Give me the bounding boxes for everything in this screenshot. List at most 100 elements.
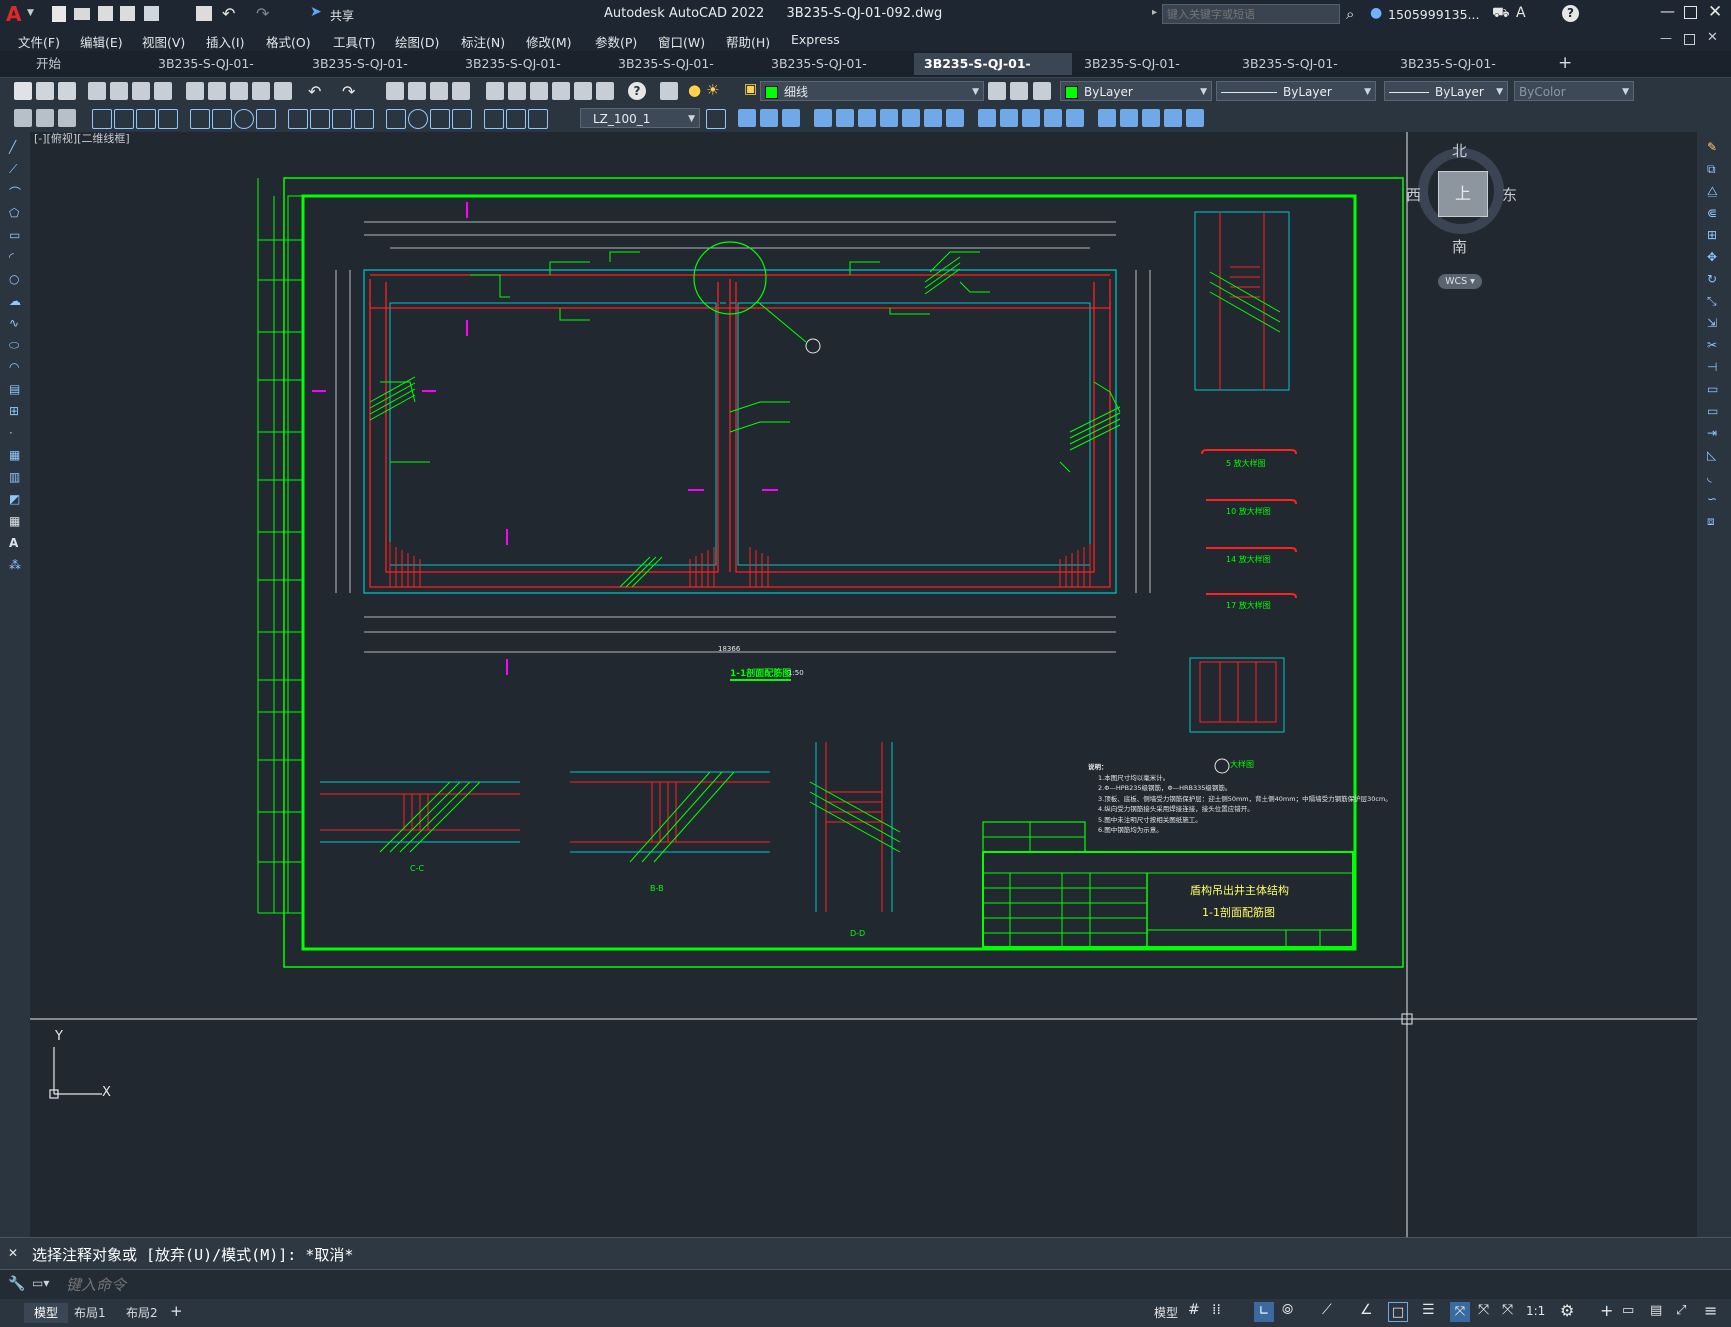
ellipse-arc-icon[interactable]: ◠ (9, 360, 19, 374)
linetype-dropdown[interactable]: ByLayer ▼ (1216, 81, 1376, 101)
3d-copy-icon[interactable] (782, 109, 800, 127)
tab-layout2[interactable]: 布局2 (116, 1303, 168, 1323)
inspection-icon[interactable] (430, 109, 450, 129)
doc-restore-icon[interactable] (1684, 34, 1695, 45)
region-icon[interactable]: ◩ (9, 492, 20, 506)
share-icon[interactable]: ➤ (310, 4, 322, 20)
match-properties-icon[interactable] (252, 82, 270, 100)
design-center-icon[interactable] (508, 82, 526, 100)
make-current-layer-icon[interactable] (988, 82, 1006, 100)
menu-insert[interactable]: 插入(I) (206, 32, 244, 51)
sheet-set-icon[interactable] (552, 82, 570, 100)
color-dropdown[interactable]: ByLayer ▼ (1060, 81, 1212, 101)
center-mark-icon[interactable] (408, 109, 428, 129)
3d-stack-icon[interactable] (760, 109, 778, 127)
copy-icon[interactable] (208, 82, 226, 100)
3d-align-icon[interactable] (836, 109, 854, 127)
help-toolbar-icon[interactable]: ? (628, 82, 646, 100)
copy-object-icon[interactable]: ⧉ (1707, 162, 1716, 177)
menu-view[interactable]: 视图(V) (142, 32, 185, 51)
revision-cloud-icon[interactable]: ☁ (9, 294, 21, 308)
rotate-icon[interactable]: ↻ (1707, 272, 1717, 286)
radius-dim-icon[interactable] (190, 109, 210, 129)
plot-preview-icon[interactable] (110, 82, 128, 100)
3d-move-icon[interactable] (814, 109, 832, 127)
3d-extrude-icon[interactable] (978, 109, 996, 127)
dim-update-icon[interactable] (528, 109, 548, 129)
menu-express[interactable]: Express (791, 32, 840, 47)
transparency-icon[interactable]: ⤧ (1450, 1302, 1470, 1322)
angular-dim-icon[interactable] (256, 109, 276, 129)
redo-toolbar-icon[interactable]: ↷ (342, 82, 355, 101)
menu-file[interactable]: 文件(F) (18, 32, 60, 51)
construction-line-icon[interactable]: ⟋ (9, 162, 17, 177)
jogged-dim-icon[interactable] (212, 109, 232, 129)
menu-modify[interactable]: 修改(M) (526, 32, 572, 51)
layer-lock-icon[interactable]: ▣ (744, 81, 757, 97)
blend-icon[interactable]: ∽ (1707, 492, 1717, 506)
line-tool-icon[interactable]: ╱ (9, 140, 16, 154)
user-name[interactable]: 1505999135... (1388, 7, 1479, 22)
quick-access-web-icon[interactable] (144, 6, 159, 21)
layer-states-icon[interactable] (1033, 82, 1051, 100)
dim-style-icon[interactable] (14, 109, 32, 127)
baseline-dim-icon[interactable] (310, 109, 330, 129)
arc-icon[interactable]: ◜ (9, 250, 14, 264)
cart-icon[interactable]: ⛟ (1492, 5, 1510, 23)
array-icon[interactable]: ⊞ (1707, 228, 1717, 242)
menu-format[interactable]: 格式(O) (266, 32, 311, 51)
explode-icon[interactable]: ⧈ (1707, 514, 1715, 529)
menu-help[interactable]: 帮助(H) (726, 32, 770, 51)
tab-094[interactable]: 3B235-S-QJ-01-094*✕ (1232, 53, 1390, 93)
dim-edit-icon[interactable] (484, 109, 504, 129)
scale-icon[interactable]: ⤡ (1707, 294, 1717, 309)
ordinate-dim-icon[interactable] (158, 109, 178, 129)
cut-icon[interactable] (186, 82, 204, 100)
table-icon[interactable]: ▦ (9, 514, 20, 528)
tab-092-active[interactable]: 3B235-S-QJ-01-092*✕ (914, 53, 1072, 93)
tool-palettes-icon[interactable] (530, 82, 548, 100)
annotation-visibility-icon[interactable]: ⤧ (1478, 1302, 1489, 1318)
tab-model[interactable]: 模型 (24, 1303, 69, 1323)
snap-icon[interactable]: ⁞⁞ (1212, 1302, 1221, 1318)
menu-window[interactable]: 窗口(W) (658, 32, 705, 51)
tab-088[interactable]: 3B235-S-QJ-01-088✕ (302, 53, 454, 93)
move-icon[interactable]: ✥ (1707, 250, 1717, 264)
lineweight-toggle-icon[interactable]: ☰ (1422, 1302, 1435, 1318)
tab-095[interactable]: 3B235-S-QJ-01-095*✕ (1390, 53, 1548, 93)
quick-access-saveas-icon[interactable] (120, 6, 135, 21)
hardware-acceleration-icon[interactable]: ▤ (1650, 1303, 1662, 1318)
compass-east[interactable]: 东 (1502, 184, 1517, 205)
break-point-icon[interactable]: ▭ (1707, 382, 1718, 396)
tab-091[interactable]: 3B235-S-QJ-01-091✕ (761, 53, 913, 93)
properties-icon[interactable] (486, 82, 504, 100)
quick-access-open-icon[interactable] (74, 8, 90, 20)
tab-089[interactable]: 3B235-S-QJ-01-089✕ (455, 53, 607, 93)
open-icon[interactable] (36, 82, 54, 100)
help-icon[interactable]: ? (1562, 5, 1579, 22)
autocad-logo-icon[interactable]: A (6, 3, 24, 25)
markup-icon[interactable] (574, 82, 592, 100)
plotstyle-dropdown[interactable]: ByColor ▼ (1514, 81, 1634, 101)
new-tab-plus-icon[interactable]: + (1558, 53, 1572, 73)
3d-sweep-icon[interactable] (1022, 109, 1040, 127)
menu-parametric[interactable]: 参数(P) (595, 32, 637, 51)
extend-icon[interactable]: ⊣ (1707, 360, 1717, 374)
undo-toolbar-icon[interactable]: ↶ (308, 82, 321, 101)
object-snap-icon[interactable]: □ (1388, 1302, 1408, 1322)
command-recent-icon[interactable]: ▭▾ (32, 1276, 49, 1290)
3d-array-icon[interactable] (902, 109, 920, 127)
polygon-icon[interactable]: ⬠ (9, 206, 19, 220)
3d-mirror-icon[interactable] (880, 109, 898, 127)
fillet-icon[interactable]: ◟ (1707, 470, 1712, 484)
compass-west[interactable]: 西 (1406, 184, 1421, 205)
annotation-scale-icon[interactable]: ⤧ (1502, 1302, 1513, 1318)
tolerance-icon[interactable] (386, 109, 406, 129)
block-editor-icon[interactable] (274, 82, 292, 100)
mirror-icon[interactable]: ⧋ (1707, 184, 1718, 199)
clean-screen-icon[interactable]: ⤢ (1676, 1303, 1686, 1318)
ellipse-icon[interactable]: ⬭ (9, 338, 19, 353)
isodraft-icon[interactable]: ⟋ (1322, 1302, 1332, 1318)
3d-loft-icon[interactable] (1044, 109, 1062, 127)
app-menu-chevron-icon[interactable]: ▼ (27, 8, 34, 18)
